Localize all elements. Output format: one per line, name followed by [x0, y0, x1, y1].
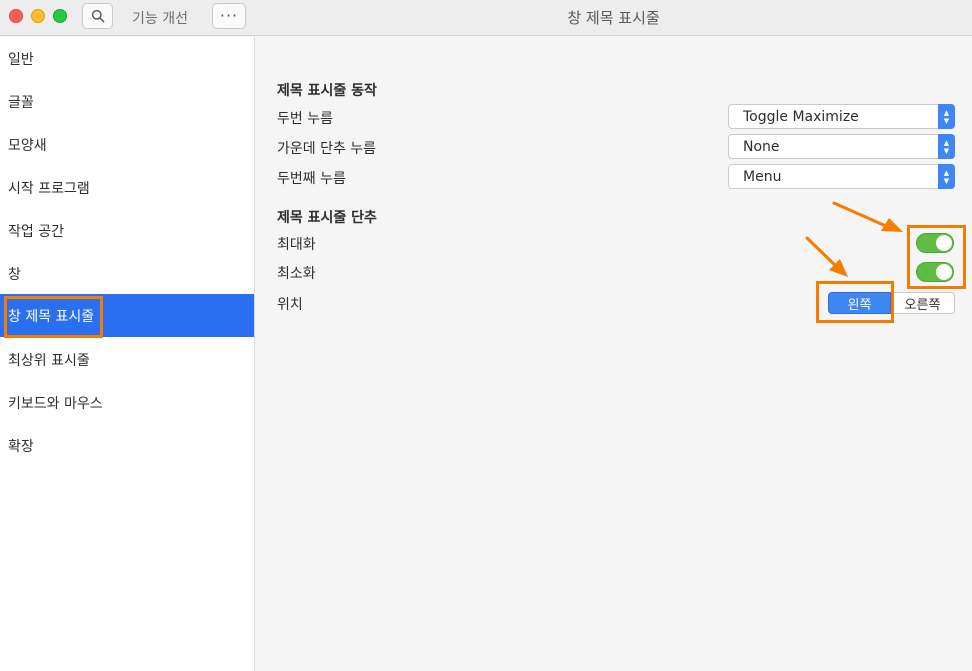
double-click-combo[interactable]: Toggle Maximize ▲ ▼ [728, 104, 955, 129]
sidebar-item-top-bar[interactable]: 최상위 표시줄 [0, 338, 254, 381]
switch-knob [936, 264, 952, 280]
sidebar-item-label: 최상위 표시줄 [8, 352, 90, 369]
maximize-switch[interactable] [916, 233, 954, 253]
secondary-click-label: 두번째 누름 [277, 171, 346, 187]
up-down-chevron-icon: ▲ ▼ [938, 104, 955, 129]
placement-label: 위치 [277, 297, 303, 313]
sidebar-item-label: 창 [8, 266, 21, 283]
combo-value: Toggle Maximize [743, 109, 859, 125]
maximize-label: 최대화 [277, 237, 316, 253]
sidebar-item-label: 확장 [8, 438, 34, 455]
double-click-label: 두번 누름 [277, 111, 333, 127]
combo-value: None [743, 139, 780, 155]
secondary-click-combo[interactable]: Menu ▲ ▼ [728, 164, 955, 189]
sidebar-item-label: 글꼴 [8, 94, 34, 111]
sidebar-item-label: 창 제목 표시줄 [8, 308, 95, 325]
combo-value: Menu [743, 169, 782, 185]
window-title: 창 제목 표시줄 [567, 9, 660, 27]
middle-click-combo[interactable]: None ▲ ▼ [728, 134, 955, 159]
sidebar-item-label: 시작 프로그램 [8, 180, 90, 197]
sidebar-item-label: 일반 [8, 51, 34, 68]
sidebar-item-label: 모양새 [8, 137, 47, 154]
placement-right-button[interactable]: 오른쪽 [891, 292, 955, 314]
up-down-chevron-icon: ▲ ▼ [938, 134, 955, 159]
sidebar-item-window-titlebars[interactable]: 창 제목 표시줄 [0, 294, 254, 337]
maximize-window-button[interactable] [53, 9, 67, 23]
search-icon [91, 9, 104, 23]
placement-left-button[interactable]: 왼쪽 [828, 292, 891, 314]
middle-click-label: 가운데 단추 누름 [277, 141, 377, 157]
sidebar-item-workspaces[interactable]: 작업 공간 [0, 209, 254, 252]
minimize-label: 최소화 [277, 266, 316, 282]
section-title-actions: 제목 표시줄 동작 [277, 83, 377, 99]
sidebar-item-fonts[interactable]: 글꼴 [0, 80, 254, 123]
sidebar-item-general[interactable]: 일반 [0, 37, 254, 80]
close-window-button[interactable] [9, 9, 23, 23]
sidebar: 일반 글꼴 모양새 시작 프로그램 작업 공간 창 창 제목 표시줄 최상위 표… [0, 37, 255, 671]
minimize-switch[interactable] [916, 262, 954, 282]
sidebar-item-appearance[interactable]: 모양새 [0, 123, 254, 166]
switch-knob [936, 235, 952, 251]
settings-panel: 제목 표시줄 동작 두번 누름 Toggle Maximize ▲ ▼ 가운데 단… [256, 37, 972, 671]
minimize-window-button[interactable] [31, 9, 45, 23]
title-bar: 기능 개선 ··· 창 제목 표시줄 [0, 0, 972, 36]
sidebar-item-label: 작업 공간 [8, 223, 64, 240]
more-button[interactable]: ··· [212, 3, 246, 29]
sidebar-item-keyboard-mouse[interactable]: 키보드와 마우스 [0, 381, 254, 424]
app-name: 기능 개선 [132, 11, 188, 27]
sidebar-item-startup-apps[interactable]: 시작 프로그램 [0, 166, 254, 209]
up-down-chevron-icon: ▲ ▼ [938, 164, 955, 189]
sidebar-item-windows[interactable]: 창 [0, 252, 254, 295]
sidebar-item-label: 키보드와 마우스 [8, 395, 103, 412]
sidebar-item-extensions[interactable]: 확장 [0, 424, 254, 467]
section-title-buttons: 제목 표시줄 단추 [277, 210, 377, 226]
search-button[interactable] [82, 3, 113, 29]
